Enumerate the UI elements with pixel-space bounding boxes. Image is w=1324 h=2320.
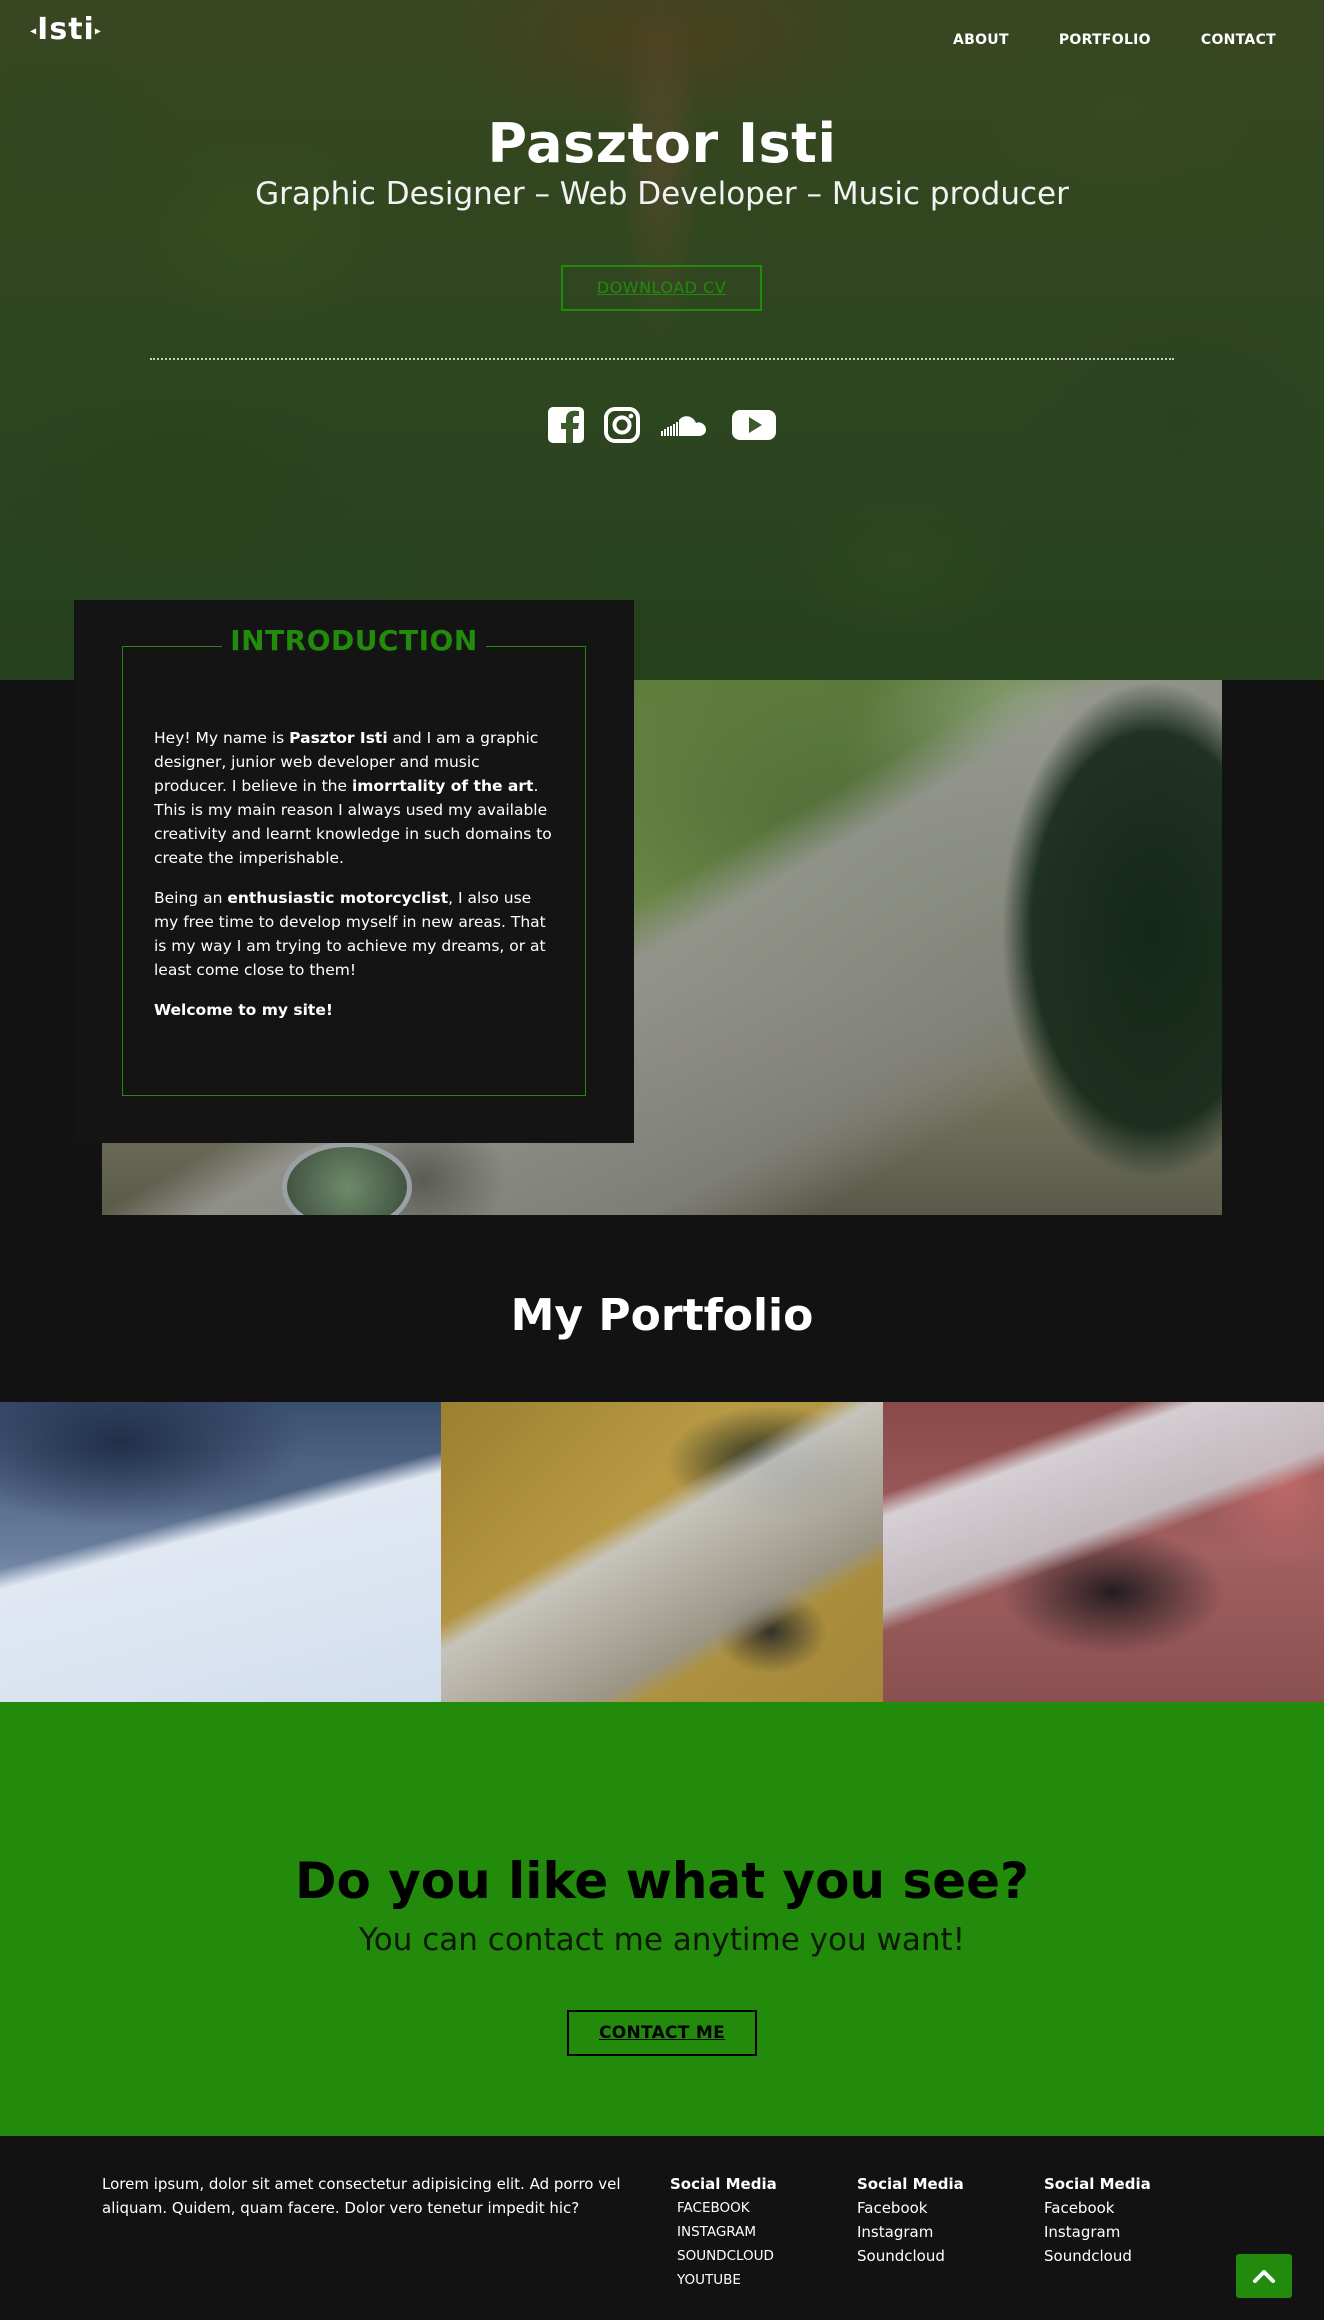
footer: Lorem ipsum, dolor sit amet consectetur … bbox=[0, 2136, 1324, 2320]
footer-column-1: Social Media FACEBOOK INSTAGRAM SOUNDCLO… bbox=[670, 2172, 777, 2292]
footer-link-youtube[interactable]: YOUTUBE bbox=[670, 2268, 777, 2292]
hero-subtitle: Graphic Designer – Web Developer – Music… bbox=[255, 176, 1069, 212]
footer-column-3: Social Media Facebook Instagram Soundclo… bbox=[1044, 2172, 1151, 2268]
footer-link-instagram[interactable]: Instagram bbox=[857, 2220, 964, 2244]
soundcloud-icon[interactable] bbox=[659, 406, 713, 444]
introduction-text: Hey! My name is Pasztor Isti and I am a … bbox=[154, 726, 554, 1038]
main-nav: ABOUT PORTFOLIO CONTACT bbox=[903, 32, 1276, 48]
youtube-icon[interactable] bbox=[731, 406, 777, 444]
intro-paragraph-3: Welcome to my site! bbox=[154, 1001, 333, 1019]
intro-paragraph-2: Being an enthusiastic motorcyclist, I al… bbox=[154, 889, 546, 979]
footer-link-facebook[interactable]: Facebook bbox=[1044, 2196, 1151, 2220]
hero-title: Pasztor Isti bbox=[487, 112, 837, 175]
mirror-shape bbox=[282, 1142, 412, 1215]
contact-me-button[interactable]: CONTACT ME bbox=[567, 2010, 757, 2056]
footer-column-heading: Social Media bbox=[1044, 2175, 1151, 2193]
footer-link-facebook[interactable]: FACEBOOK bbox=[670, 2196, 777, 2220]
introduction-heading: INTRODUCTION bbox=[222, 624, 486, 657]
hero-section: ◂Isti▸ ABOUT PORTFOLIO CONTACT Pasztor I… bbox=[0, 0, 1324, 680]
hero-divider bbox=[150, 358, 1174, 360]
footer-link-facebook[interactable]: Facebook bbox=[857, 2196, 964, 2220]
download-cv-button[interactable]: DOWNLOAD CV bbox=[561, 265, 762, 311]
logo-text: Isti bbox=[37, 12, 95, 47]
nav-portfolio-link[interactable]: PORTFOLIO bbox=[1059, 32, 1151, 48]
portfolio-grid bbox=[0, 1402, 1324, 1702]
cta-title: Do you like what you see? bbox=[294, 1852, 1030, 1910]
footer-link-soundcloud[interactable]: SOUNDCLOUD bbox=[670, 2244, 777, 2268]
footer-column-heading: Social Media bbox=[857, 2175, 964, 2193]
footer-link-soundcloud[interactable]: Soundcloud bbox=[1044, 2244, 1151, 2268]
portfolio-title: My Portfolio bbox=[510, 1290, 814, 1341]
footer-column-2: Social Media Facebook Instagram Soundclo… bbox=[857, 2172, 964, 2268]
intro-paragraph-1: Hey! My name is Pasztor Isti and I am a … bbox=[154, 729, 552, 867]
instagram-icon[interactable] bbox=[603, 406, 641, 444]
portfolio-item-design[interactable] bbox=[0, 1402, 442, 1702]
nav-contact-link[interactable]: CONTACT bbox=[1201, 32, 1276, 48]
introduction-card: INTRODUCTION Hey! My name is Pasztor Ist… bbox=[74, 600, 634, 1143]
facebook-icon[interactable] bbox=[547, 406, 585, 444]
site-logo[interactable]: ◂Isti▸ bbox=[16, 14, 116, 46]
cta-subtitle: You can contact me anytime you want! bbox=[358, 1922, 966, 1958]
chevron-up-icon bbox=[1253, 2270, 1275, 2283]
footer-about-text: Lorem ipsum, dolor sit amet consectetur … bbox=[102, 2175, 621, 2217]
footer-link-instagram[interactable]: Instagram bbox=[1044, 2220, 1151, 2244]
footer-link-instagram[interactable]: INSTAGRAM bbox=[670, 2220, 777, 2244]
portfolio-item-music[interactable] bbox=[882, 1402, 1324, 1702]
contact-cta-section: Do you like what you see? You can contac… bbox=[0, 1702, 1324, 2136]
footer-column-heading: Social Media bbox=[670, 2175, 777, 2193]
footer-link-soundcloud[interactable]: Soundcloud bbox=[857, 2244, 964, 2268]
social-links bbox=[0, 406, 1324, 444]
portfolio-item-web[interactable] bbox=[441, 1402, 883, 1702]
back-to-top-button[interactable] bbox=[1236, 2254, 1292, 2298]
nav-about-link[interactable]: ABOUT bbox=[953, 32, 1009, 48]
